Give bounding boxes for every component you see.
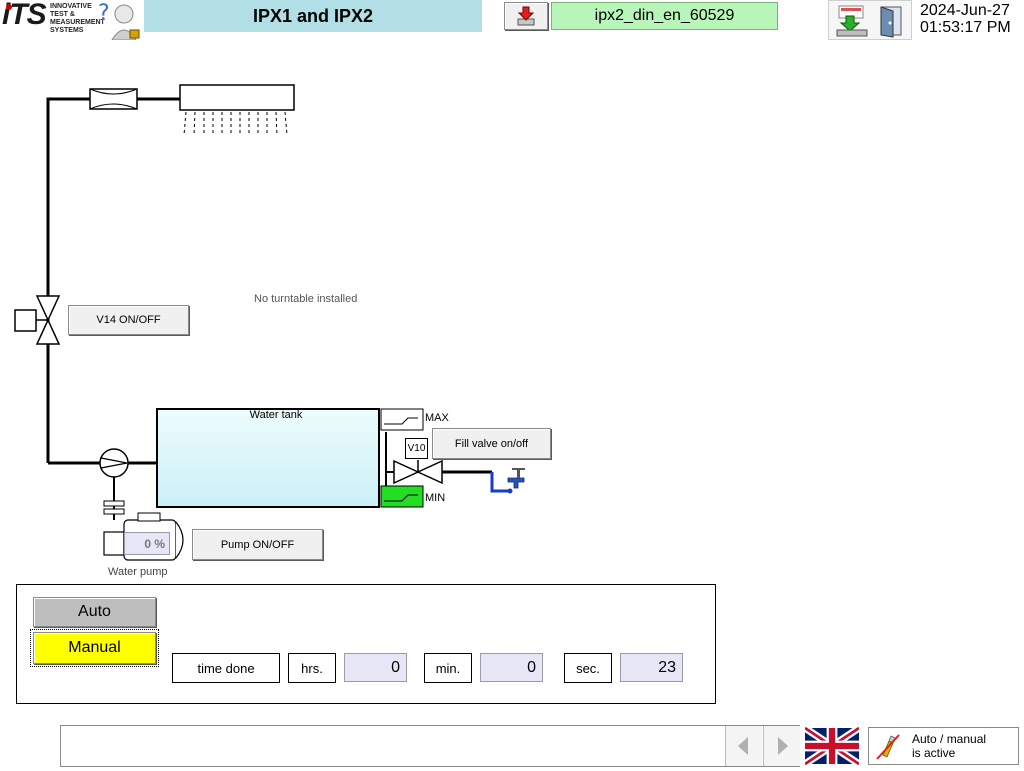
message-bar bbox=[60, 725, 800, 767]
auto-manual-line-1: Auto / manual bbox=[912, 732, 987, 746]
hours-value: 0 bbox=[344, 653, 407, 682]
seconds-label: sec. bbox=[564, 653, 612, 683]
scroll-right-button[interactable] bbox=[763, 726, 800, 766]
water-tank-label: Water tank bbox=[249, 409, 303, 421]
language-button[interactable] bbox=[803, 725, 861, 767]
water-faucet-icon bbox=[507, 468, 525, 494]
auto-manual-line-2: is active bbox=[912, 746, 956, 760]
pump-impeller-icon bbox=[99, 448, 129, 478]
turntable-status: No turntable installed bbox=[254, 293, 358, 305]
v14-toggle-button[interactable]: V14 ON/OFF bbox=[68, 305, 189, 335]
scroll-left-button[interactable] bbox=[725, 726, 762, 766]
v10-label: V10 bbox=[405, 438, 428, 459]
minutes-label: min. bbox=[424, 653, 472, 683]
minutes-value: 0 bbox=[480, 653, 543, 682]
max-level-switch-icon bbox=[380, 408, 424, 431]
water-supply-pipe bbox=[490, 472, 510, 493]
seconds-value: 23 bbox=[620, 653, 683, 682]
water-tank-body bbox=[156, 408, 380, 508]
water-pump-label: Water pump bbox=[108, 566, 168, 578]
valve-v14-icon bbox=[14, 295, 61, 345]
auto-mode-button[interactable]: Auto bbox=[33, 597, 156, 627]
manual-mode-icon bbox=[876, 734, 900, 760]
spray-nozzle-icon bbox=[179, 84, 295, 136]
arrow-right-icon bbox=[778, 737, 788, 755]
min-level-switch-icon bbox=[380, 485, 424, 508]
auto-manual-status: Auto / manual is active bbox=[868, 727, 1019, 765]
time-done-label: time done bbox=[172, 653, 280, 683]
pipe-main bbox=[46, 97, 90, 463]
hours-label: hrs. bbox=[288, 653, 336, 683]
fill-valve-button[interactable]: Fill valve on/off bbox=[432, 428, 551, 459]
manual-mode-button[interactable]: Manual bbox=[30, 629, 159, 667]
arrow-left-icon bbox=[738, 737, 748, 755]
uk-flag-icon bbox=[803, 725, 861, 767]
fill-valve-v10-icon bbox=[393, 459, 443, 485]
flow-meter-icon bbox=[89, 88, 138, 110]
pump-percent-display: 0 % bbox=[124, 532, 170, 555]
min-level-label: MIN bbox=[425, 492, 446, 504]
pump-toggle-button[interactable]: Pump ON/OFF bbox=[192, 529, 323, 560]
max-level-label: MAX bbox=[425, 412, 449, 424]
